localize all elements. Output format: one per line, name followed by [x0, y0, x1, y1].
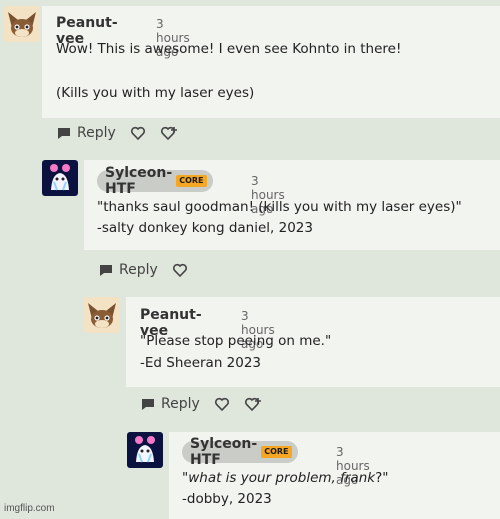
avatar-peanut-vee[interactable] — [4, 6, 40, 42]
like-button[interactable] — [172, 262, 188, 278]
avatar-peanut-vee[interactable] — [84, 297, 120, 333]
avatar-sylceon-htf[interactable] — [127, 432, 163, 468]
reply-button[interactable]: Reply — [98, 262, 158, 278]
share-button[interactable] — [244, 396, 262, 412]
comment-actions: Reply — [140, 396, 276, 412]
comment-text-line: -Ed Sheeran 2023 — [140, 355, 262, 371]
comment-text-line: "Please stop peeing on me." — [140, 333, 332, 349]
like-button[interactable] — [130, 125, 146, 141]
author-pill[interactable]: Sylceon-HTF CORE — [97, 165, 213, 197]
author-pill[interactable]: Sylceon-HTF CORE — [182, 436, 298, 468]
core-badge: CORE — [176, 175, 207, 187]
heart-icon — [130, 126, 145, 141]
quote-close: ?" — [375, 470, 389, 486]
heart-plus-icon — [244, 397, 261, 412]
share-button[interactable] — [160, 125, 178, 141]
heart-plus-icon — [160, 126, 177, 141]
heart-icon — [214, 397, 229, 412]
reply-label: Reply — [77, 125, 116, 141]
imgflip-watermark: imgflip.com — [4, 503, 55, 514]
comment-text-line: Wow! This is awesome! I even see Kohnto … — [56, 41, 402, 57]
heart-icon — [172, 263, 187, 278]
italic-quote: what is your problem, frank — [188, 470, 376, 486]
reply-icon — [100, 265, 112, 276]
reply-label: Reply — [161, 396, 200, 412]
comment-author[interactable]: Sylceon-HTF — [190, 436, 257, 468]
core-badge: CORE — [261, 446, 292, 458]
comment-actions: Reply — [98, 262, 202, 278]
reply-icon — [58, 128, 70, 139]
comment-text-line: -salty donkey kong daniel, 2023 — [97, 220, 313, 236]
comment-author[interactable]: Sylceon-HTF — [105, 165, 172, 197]
reply-icon — [142, 399, 154, 410]
comment-actions: Reply — [56, 125, 192, 141]
comment-text-line: "what is your problem, frank?" — [182, 470, 388, 486]
avatar-sylceon-htf[interactable] — [42, 160, 78, 196]
reply-button[interactable]: Reply — [56, 125, 116, 141]
comment-text-line: "thanks saul goodman! (kills you with my… — [97, 199, 462, 215]
comment-text-line: -dobby, 2023 — [182, 491, 272, 507]
reply-button[interactable]: Reply — [140, 396, 200, 412]
comment-text-line: (Kills you with my laser eyes) — [56, 85, 255, 101]
like-button[interactable] — [214, 396, 230, 412]
reply-label: Reply — [119, 262, 158, 278]
